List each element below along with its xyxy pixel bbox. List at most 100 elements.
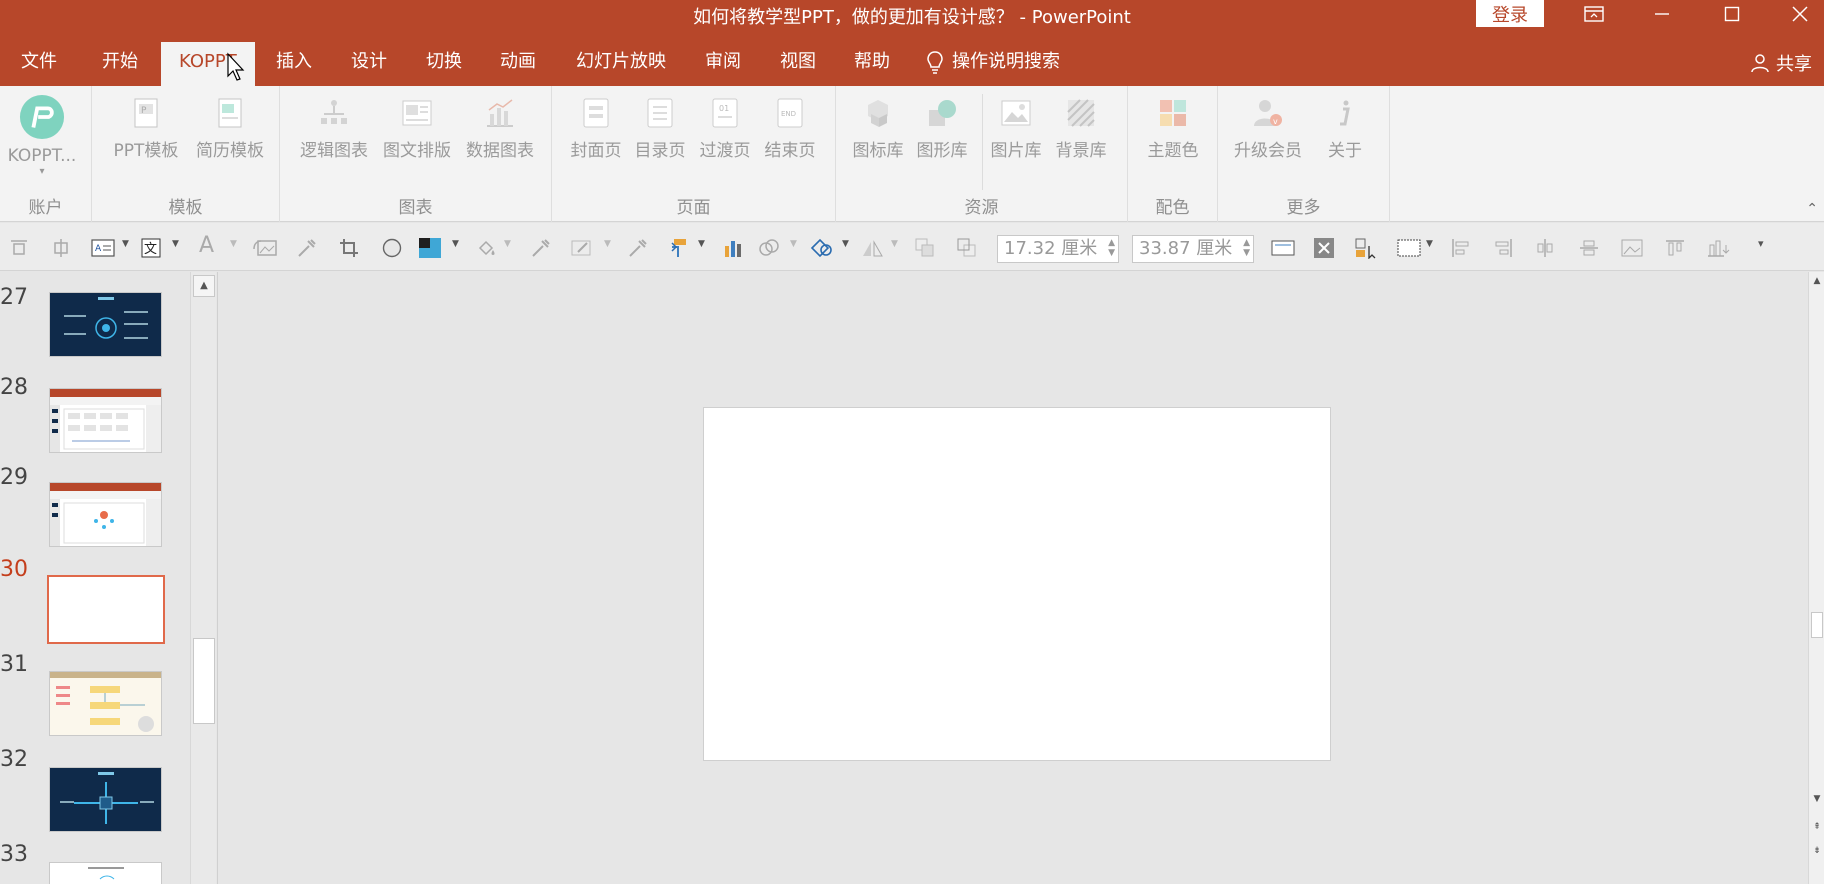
icon-library-button[interactable]: 图标库 bbox=[844, 96, 912, 161]
crop-icon[interactable] bbox=[338, 237, 360, 259]
text-box-icon[interactable]: A bbox=[90, 237, 116, 259]
chevron-down-icon[interactable]: ▼ bbox=[230, 239, 237, 249]
end-page-button[interactable]: END 结束页 bbox=[756, 96, 824, 161]
koppt-account-button[interactable]: KOPPT... ▾ bbox=[2, 94, 82, 177]
align-center-icon[interactable] bbox=[1534, 237, 1556, 259]
next-slide-icon[interactable]: ⇟ bbox=[1811, 846, 1823, 860]
oval-shape-icon[interactable] bbox=[381, 237, 403, 259]
resume-template-button[interactable]: 简历模板 bbox=[190, 96, 270, 161]
slide-thumbnail-selected[interactable] bbox=[47, 575, 165, 644]
chevron-down-icon[interactable]: ▼ bbox=[842, 239, 849, 249]
tab-slideshow[interactable]: 幻灯片放映 bbox=[576, 42, 666, 86]
spinner-icon[interactable]: ▲ ▼ bbox=[1243, 238, 1250, 258]
tab-transitions[interactable]: 切换 bbox=[426, 42, 462, 86]
image-text-layout-button[interactable]: 图文排版 bbox=[377, 96, 457, 161]
align-bottom-icon[interactable] bbox=[1664, 237, 1686, 259]
tab-help[interactable]: 帮助 bbox=[854, 42, 890, 86]
tell-me-search[interactable]: 操作说明搜索 bbox=[926, 42, 1060, 86]
edit-shape-icon[interactable] bbox=[808, 237, 834, 259]
chevron-down-icon[interactable]: ▼ bbox=[698, 239, 705, 249]
slide-thumbnail[interactable] bbox=[49, 671, 162, 736]
scroll-up-icon[interactable]: ▲ bbox=[1811, 276, 1823, 290]
slide-thumbnail[interactable] bbox=[49, 292, 162, 357]
ppt-template-button[interactable]: P PPT模板 bbox=[106, 96, 186, 161]
data-chart-button[interactable]: 数据图表 bbox=[460, 96, 540, 161]
align-left-icon[interactable] bbox=[1450, 237, 1472, 259]
upgrade-member-button[interactable]: v 升级会员 bbox=[1228, 96, 1308, 161]
chevron-down-icon[interactable]: ▼ bbox=[504, 239, 511, 249]
cover-page-button[interactable]: 封面页 bbox=[562, 96, 630, 161]
font-color-icon[interactable]: A bbox=[199, 233, 214, 258]
change-picture-icon[interactable] bbox=[252, 237, 278, 259]
eyedropper-line-icon[interactable] bbox=[627, 237, 649, 259]
share-button[interactable]: 共享 bbox=[1750, 50, 1812, 76]
bring-forward-icon[interactable] bbox=[914, 237, 936, 259]
tab-animations[interactable]: 动画 bbox=[500, 42, 536, 86]
align-top-icon[interactable] bbox=[8, 237, 30, 259]
scroll-up-icon[interactable]: ▲ bbox=[193, 275, 215, 297]
background-library-button[interactable]: 背景库 bbox=[1047, 96, 1115, 161]
scroll-down-icon[interactable]: ▼ bbox=[1811, 794, 1823, 808]
slide-thumbnail[interactable] bbox=[49, 862, 162, 884]
align-middle-icon[interactable] bbox=[50, 237, 72, 259]
chevron-down-icon[interactable]: ▼ bbox=[122, 239, 129, 249]
chevron-down-icon[interactable]: ▼ bbox=[452, 239, 459, 249]
close-icon[interactable] bbox=[1778, 0, 1822, 28]
chevron-down-icon[interactable]: ▼ bbox=[1426, 239, 1433, 249]
send-backward-icon[interactable] bbox=[956, 237, 978, 259]
canvas-scrollbar[interactable]: ▲ ▼ ⇞ ⇟ bbox=[1808, 272, 1824, 884]
slide-thumbnail[interactable] bbox=[49, 482, 162, 547]
tab-design[interactable]: 设计 bbox=[351, 42, 387, 86]
toolbar-overflow-icon[interactable]: ▾ bbox=[1758, 237, 1764, 250]
eyedropper-icon[interactable] bbox=[296, 237, 318, 259]
scroll-thumb[interactable] bbox=[193, 638, 215, 724]
chevron-down-icon[interactable]: ▼ bbox=[891, 239, 898, 249]
align-right-icon[interactable] bbox=[1492, 237, 1514, 259]
scroll-thumb[interactable] bbox=[1811, 612, 1823, 638]
merge-shapes-icon[interactable] bbox=[758, 237, 780, 259]
select-pane-icon[interactable] bbox=[1354, 237, 1380, 259]
current-slide-canvas[interactable] bbox=[703, 407, 1331, 761]
ribbon-display-options-icon[interactable] bbox=[1572, 0, 1616, 28]
shape-fill-icon[interactable] bbox=[418, 237, 444, 259]
maximize-icon[interactable] bbox=[1710, 0, 1754, 28]
paint-bucket-icon[interactable] bbox=[475, 237, 497, 259]
tab-review[interactable]: 审阅 bbox=[705, 42, 741, 86]
group-icon[interactable] bbox=[1396, 237, 1422, 259]
toc-page-button[interactable]: 目录页 bbox=[626, 96, 694, 161]
thumbnail-scrollbar[interactable]: ▲ bbox=[190, 272, 216, 884]
picture-library-button[interactable]: 图片库 bbox=[982, 96, 1050, 161]
tab-file[interactable]: 文件 bbox=[21, 42, 57, 86]
chart-bars-icon[interactable] bbox=[1706, 237, 1732, 259]
width-field[interactable]: 33.87 厘米 ▲ ▼ bbox=[1132, 235, 1254, 263]
delete-box-icon[interactable] bbox=[1313, 237, 1335, 259]
about-button[interactable]: 关于 bbox=[1310, 96, 1380, 161]
tab-view[interactable]: 视图 bbox=[780, 42, 816, 86]
chevron-down-icon[interactable]: ▼ bbox=[604, 239, 611, 249]
collapse-ribbon-icon[interactable]: ⌃ bbox=[1806, 201, 1818, 217]
slide-size-icon[interactable] bbox=[1270, 237, 1296, 259]
minimize-icon[interactable] bbox=[1640, 0, 1684, 28]
pen-outline-icon[interactable] bbox=[570, 237, 592, 259]
logic-chart-button[interactable]: 逻辑图表 bbox=[294, 96, 374, 161]
format-painter-icon[interactable] bbox=[668, 237, 690, 259]
tab-insert[interactable]: 插入 bbox=[276, 42, 312, 86]
chevron-down-icon[interactable]: ▼ bbox=[172, 239, 179, 249]
tab-home[interactable]: 开始 bbox=[102, 42, 138, 86]
rotate-icon[interactable] bbox=[860, 237, 886, 259]
chevron-down-icon[interactable]: ▼ bbox=[790, 239, 797, 249]
login-button[interactable]: 登录 bbox=[1476, 0, 1544, 27]
distribute-vertical-icon[interactable] bbox=[1578, 237, 1600, 259]
shape-library-button[interactable]: 图形库 bbox=[908, 96, 976, 161]
height-field[interactable]: 17.32 厘米 ▲ ▼ bbox=[997, 235, 1119, 263]
bar-chart-icon[interactable] bbox=[722, 237, 744, 259]
slide-thumbnail[interactable] bbox=[49, 388, 162, 453]
slide-thumbnail[interactable] bbox=[49, 767, 162, 832]
theme-color-button[interactable]: 主题色 bbox=[1134, 96, 1212, 161]
picture-format-icon[interactable] bbox=[1620, 237, 1646, 259]
previous-slide-icon[interactable]: ⇞ bbox=[1811, 822, 1823, 836]
eyedropper-fill-icon[interactable] bbox=[530, 237, 552, 259]
transition-page-button[interactable]: 01 过渡页 bbox=[691, 96, 759, 161]
vertical-text-icon[interactable]: 文 bbox=[140, 237, 162, 259]
spinner-icon[interactable]: ▲ ▼ bbox=[1108, 238, 1115, 258]
